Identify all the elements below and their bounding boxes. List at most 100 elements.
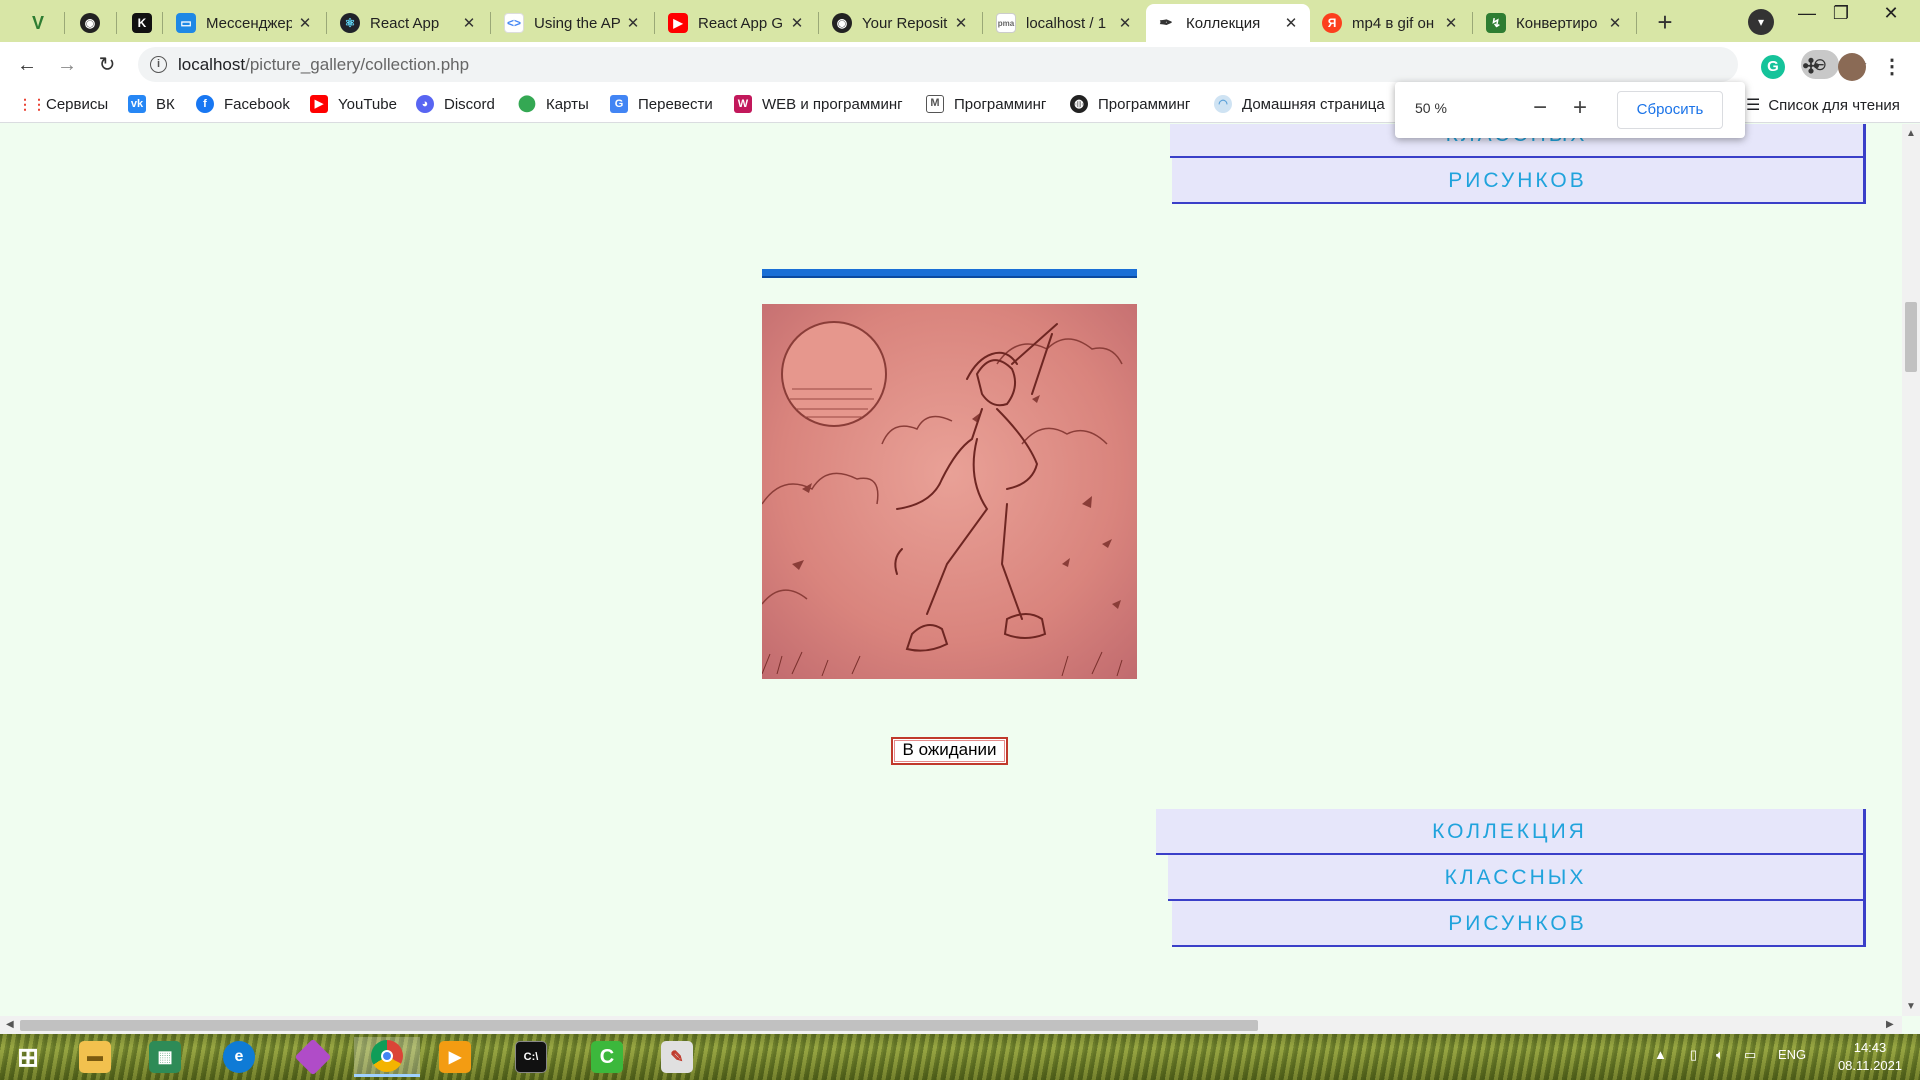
bookmark-home-page[interactable]: ◠ Домашняя страница xyxy=(1214,95,1385,113)
horizontal-scrollbar[interactable]: ◀ ▶ xyxy=(0,1016,1902,1034)
windows-start-icon: ⊞ xyxy=(17,1041,39,1072)
network-icon[interactable]: ▭ xyxy=(1744,1047,1756,1063)
tab-k[interactable]: K xyxy=(122,4,162,42)
forward-arrow-icon[interactable]: → xyxy=(52,50,82,80)
tab-separator xyxy=(982,12,983,34)
tab-converter[interactable]: ↯ Конвертиро ✕ xyxy=(1476,4,1634,42)
new-tab-button[interactable]: + xyxy=(1650,8,1680,38)
site-info-icon[interactable]: i xyxy=(150,56,167,73)
menu-item-risunkov[interactable]: РИСУНКОВ xyxy=(1172,158,1866,204)
tab-separator xyxy=(654,12,655,34)
vertical-scroll-thumb[interactable] xyxy=(1905,302,1917,372)
menu-kebab-icon[interactable]: ⋮ xyxy=(1880,55,1904,79)
maximize-button[interactable]: ❐ xyxy=(1816,0,1866,32)
menu-item-risunkov[interactable]: РИСУНКОВ xyxy=(1172,901,1866,947)
start-button[interactable]: ⊞ xyxy=(0,1037,56,1077)
tab-using-api[interactable]: <> Using the AP ✕ xyxy=(494,4,652,42)
zoom-reset-button[interactable]: Сбросить xyxy=(1617,91,1723,129)
zoom-out-button[interactable]: − xyxy=(1525,94,1555,124)
tray-overflow-icon[interactable]: ▲ xyxy=(1654,1047,1667,1062)
bookmark-label: Домашняя страница xyxy=(1242,95,1385,113)
menu-item-label: РИСУНКОВ xyxy=(1448,169,1587,192)
tab-your-repositories[interactable]: ◉ Your Reposit ✕ xyxy=(822,4,980,42)
bookmark-translate[interactable]: G Перевести xyxy=(610,95,713,113)
gmail-icon: M xyxy=(926,95,944,113)
bookmark-facebook[interactable]: f Facebook xyxy=(196,95,290,113)
github-icon: ◉ xyxy=(832,13,852,33)
tab-search-dropdown-icon[interactable]: ▾ xyxy=(1748,9,1774,35)
taskbar-spreadsheet[interactable]: ▦ xyxy=(132,1037,198,1077)
tab-separator xyxy=(1472,12,1473,34)
back-arrow-icon[interactable]: ← xyxy=(12,50,42,80)
status-pending-button[interactable]: В ожидании xyxy=(891,737,1008,765)
tab-separator xyxy=(64,12,65,34)
chrome-icon xyxy=(371,1039,403,1072)
bookmark-vk[interactable]: vk ВК xyxy=(128,95,175,113)
close-window-button[interactable]: ✕ xyxy=(1866,0,1916,32)
menu-item-classnyh[interactable]: КЛАССНЫХ xyxy=(1168,855,1866,901)
taskbar-chrome[interactable] xyxy=(354,1037,420,1077)
taskbar-paint[interactable]: ✎ xyxy=(644,1037,710,1077)
zoom-in-button[interactable]: + xyxy=(1565,94,1595,124)
scroll-down-arrow-icon[interactable]: ▼ xyxy=(1906,1001,1916,1012)
horizontal-scroll-thumb[interactable] xyxy=(20,1020,1258,1031)
discord-icon: ◕ xyxy=(416,95,434,113)
k-icon: K xyxy=(132,13,152,33)
bookmark-services[interactable]: ⋮⋮ Сервисы xyxy=(18,95,108,113)
youtube-icon: ▶ xyxy=(668,13,688,33)
scroll-up-arrow-icon[interactable]: ▲ xyxy=(1906,128,1916,139)
tab-title: React App xyxy=(370,14,440,32)
tab-title: Коллекция xyxy=(1186,14,1261,32)
taskbar-media-player[interactable]: ▶ xyxy=(422,1037,488,1077)
tab-messenger[interactable]: ▭ Мессенджер ✕ xyxy=(166,4,324,42)
bookmark-label: Перевести xyxy=(638,95,713,113)
tab-collection-active[interactable]: ✒ Коллекция ✕ xyxy=(1146,4,1310,42)
scroll-left-arrow-icon[interactable]: ◀ xyxy=(6,1019,14,1030)
phone-link-icon[interactable]: ▯ xyxy=(1690,1047,1697,1063)
menu-item-kollekciya[interactable]: КОЛЛЕКЦИЯ xyxy=(1156,809,1866,855)
tab-github[interactable]: ◉ xyxy=(70,4,110,42)
close-icon[interactable]: ✕ xyxy=(624,14,642,32)
tab-vue[interactable]: V xyxy=(18,4,58,42)
close-icon[interactable]: ✕ xyxy=(788,14,806,32)
bookmark-maps[interactable]: ⬤ Карты xyxy=(518,95,589,113)
divider-bar xyxy=(762,269,1137,278)
input-language[interactable]: ENG xyxy=(1778,1047,1806,1062)
vertical-scrollbar[interactable]: ▲ ▼ xyxy=(1902,124,1920,1016)
close-icon[interactable]: ✕ xyxy=(1442,14,1460,32)
reading-list[interactable]: ☰ Список для чтения xyxy=(1746,95,1900,115)
close-icon[interactable]: ✕ xyxy=(296,14,314,32)
close-icon[interactable]: ✕ xyxy=(1116,14,1134,32)
grammarly-icon[interactable]: G xyxy=(1761,55,1785,79)
scroll-right-arrow-icon[interactable]: ▶ xyxy=(1886,1019,1894,1030)
github-icon: ◉ xyxy=(80,13,100,33)
tab-title: Using the AP xyxy=(534,14,620,32)
close-icon[interactable]: ✕ xyxy=(952,14,970,32)
taskbar-gem-app[interactable] xyxy=(280,1037,346,1077)
reload-icon[interactable]: ↻ xyxy=(92,50,122,80)
close-icon[interactable]: ✕ xyxy=(1282,14,1300,32)
taskbar-camtasia[interactable]: C xyxy=(574,1037,640,1077)
bookmark-web-programming[interactable]: W WEB и программинг xyxy=(734,95,903,113)
taskbar-edge[interactable]: e xyxy=(206,1037,272,1077)
bookmark-programming-1[interactable]: M Программинг xyxy=(926,95,1046,113)
tab-mp4-gif[interactable]: Я mp4 в gif он ✕ xyxy=(1312,4,1470,42)
bookmark-programming-2[interactable]: ◍ Программинг xyxy=(1070,95,1190,113)
url-text[interactable]: localhost/picture_gallery/collection.php xyxy=(178,55,469,75)
address-bar[interactable]: i localhost/picture_gallery/collection.p… xyxy=(138,47,1868,82)
menu-item-label: КЛАССНЫХ xyxy=(1444,866,1587,889)
tab-localhost[interactable]: pma localhost / 1 ✕ xyxy=(986,4,1144,42)
tab-react-app[interactable]: ⚛ React App ✕ xyxy=(330,4,488,42)
taskbar-terminal[interactable]: C:\ xyxy=(498,1037,564,1077)
extensions-puzzle-icon[interactable]: ✣ xyxy=(1799,55,1823,79)
bookmark-discord[interactable]: ◕ Discord xyxy=(416,95,495,113)
volume-icon[interactable]: 🔈︎ xyxy=(1716,1047,1724,1063)
close-icon[interactable]: ✕ xyxy=(1606,14,1624,32)
bookmark-youtube[interactable]: ▶ YouTube xyxy=(310,95,397,113)
profile-avatar[interactable] xyxy=(1838,53,1866,81)
tab-youtube[interactable]: ▶ React App G ✕ xyxy=(658,4,816,42)
close-icon[interactable]: ✕ xyxy=(460,14,478,32)
gallery-artwork[interactable] xyxy=(762,304,1137,679)
taskbar-file-explorer[interactable]: ▬ xyxy=(62,1037,128,1077)
system-clock[interactable]: 14:43 08.11.2021 xyxy=(1830,1039,1910,1075)
